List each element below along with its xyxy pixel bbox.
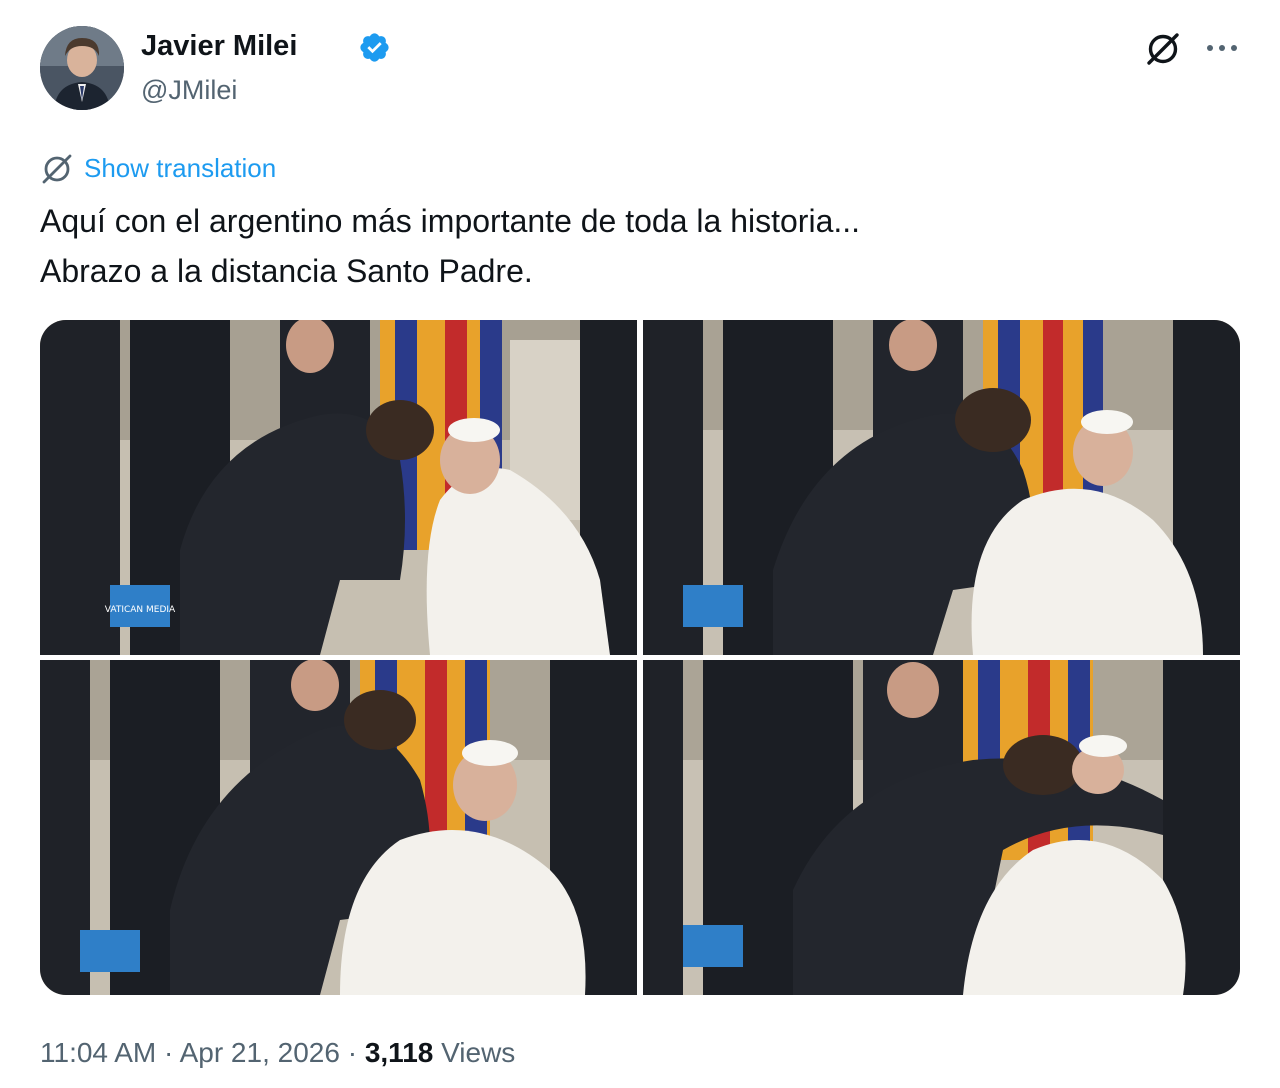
tweet-meta: 11:04 AM · Apr 21, 2026 · 3,118 Views [40, 1034, 515, 1072]
tweet-header: Javier Milei @JMilei [40, 26, 1250, 110]
display-name[interactable]: Javier Milei [141, 28, 297, 64]
tweet-text-line: Aquí con el argentino más importante de … [40, 203, 861, 239]
photo-1[interactable]: VATICAN MEDIA [40, 320, 637, 655]
watermark-text: VATICAN MEDIA [105, 605, 176, 615]
grok-icon[interactable] [1144, 30, 1182, 68]
meta-separator: · [156, 1037, 180, 1068]
views-count: 3,118 [364, 1037, 434, 1068]
photo-3[interactable] [40, 660, 637, 995]
views-label: Views [433, 1037, 516, 1068]
show-translation-link[interactable]: Show translation [84, 152, 276, 184]
avatar[interactable] [40, 26, 124, 110]
tweet-time[interactable]: 11:04 AM [40, 1037, 156, 1068]
tweet-date[interactable]: Apr 21, 2026 [180, 1037, 340, 1068]
more-icon[interactable] [1202, 28, 1242, 68]
meta-separator: · [339, 1037, 365, 1068]
media-grid: VATICAN MEDIA [40, 320, 1240, 995]
user-handle[interactable]: @JMilei [141, 73, 237, 107]
tweet-text-line: Abrazo a la distancia Santo Padre. [40, 253, 533, 289]
tweet-text: Aquí con el argentino más importante de … [40, 196, 1220, 296]
photo-4[interactable] [643, 660, 1240, 995]
translate-icon [42, 154, 72, 184]
photo-2[interactable] [643, 320, 1240, 655]
verified-badge-icon [360, 33, 389, 62]
